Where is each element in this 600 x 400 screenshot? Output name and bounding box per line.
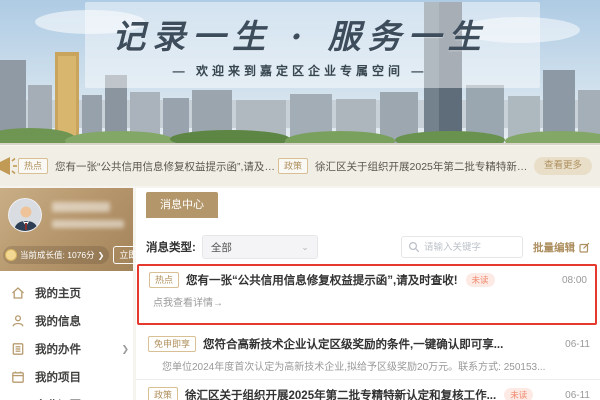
notice-item-hot[interactable]: 热点 您有一张“公共信用信息修复权益提示函”,请及时查收! bbox=[18, 158, 278, 174]
message-time: 06-11 bbox=[565, 389, 590, 400]
tab-message-center[interactable]: 消息中心 bbox=[146, 192, 218, 218]
growth-row: 当前成长值: 1076分 ❯ 立即签到 bbox=[3, 246, 162, 264]
user-card: 当前成长值: 1076分 ❯ 立即签到 bbox=[0, 188, 162, 271]
search-input[interactable] bbox=[424, 241, 514, 253]
filter-row: 消息类型: 全部 ⌄ 批量编辑 bbox=[136, 234, 600, 260]
batch-edit-button[interactable]: 批量编辑 bbox=[533, 240, 590, 255]
growth-value-pill[interactable]: 当前成长值: 1076分 ❯ bbox=[3, 246, 110, 264]
message-item[interactable]: 政策 徐汇区关于组织开展2025年第二批专精特新认定和复核工作... 未读 06… bbox=[136, 379, 600, 400]
search-box[interactable] bbox=[401, 236, 523, 258]
avatar-illustration bbox=[9, 199, 41, 231]
sidebar-item-label: 我的主页 bbox=[35, 288, 81, 300]
unread-badge: 未读 bbox=[504, 388, 534, 400]
select-value: 全部 bbox=[210, 241, 232, 254]
sidebar: 当前成长值: 1076分 ❯ 立即签到 我的主页 我 bbox=[0, 188, 162, 400]
message-time: 06-11 bbox=[565, 338, 590, 350]
message-time: 08:00 bbox=[561, 274, 587, 286]
sidebar-item-label: 我的办件 bbox=[35, 344, 81, 356]
notice-item-policy[interactable]: 政策 徐汇区关于组织开展2025年第二批专精特新认定和复核工作... bbox=[278, 158, 528, 174]
message-subtitle[interactable]: 点我查看详情→ bbox=[149, 294, 587, 309]
sidebar-item-my-info[interactable]: 我的信息 bbox=[0, 307, 133, 335]
search-icon bbox=[408, 241, 420, 253]
coin-icon bbox=[5, 249, 17, 261]
sidebar-item-label: 我的项目 bbox=[35, 372, 81, 384]
sidebar-item-my-matters[interactable]: 我的办件 ❯ bbox=[0, 335, 133, 363]
message-item-highlighted[interactable]: 热点 您有一张“公共信用信息修复权益提示函”,请及时查收! 未读 08:00 点… bbox=[137, 264, 597, 325]
user-name-redacted bbox=[52, 202, 110, 212]
message-tag: 热点 bbox=[149, 272, 180, 288]
notice-tag: 政策 bbox=[278, 158, 309, 174]
growth-value: 1076分 bbox=[67, 250, 95, 260]
message-type-select[interactable]: 全部 ⌄ bbox=[201, 235, 318, 259]
hero-banner: 记录一生 · 服务一生 — 欢迎来到嘉定区企业专属空间 — bbox=[0, 0, 600, 145]
calendar-icon bbox=[12, 371, 24, 383]
message-tag: 免申即享 bbox=[148, 336, 197, 352]
document-icon bbox=[12, 343, 24, 355]
sidebar-item-enterprise-license[interactable]: 企业证照 bbox=[0, 391, 133, 400]
sidebar-item-my-home[interactable]: 我的主页 bbox=[0, 279, 133, 307]
message-title[interactable]: 您有一张“公共信用信息修复权益提示函”,请及时查收! bbox=[186, 272, 458, 288]
person-icon bbox=[12, 315, 24, 327]
message-item[interactable]: 免申即享 您符合高新技术企业认定区级奖励的条件,一键确认即可享... 06-11… bbox=[136, 329, 600, 379]
body-area: 当前成长值: 1076分 ❯ 立即签到 我的主页 我 bbox=[0, 188, 600, 400]
message-tag: 政策 bbox=[148, 387, 179, 400]
edit-icon bbox=[579, 242, 590, 253]
banner-title: 记录一生 · 服务一生 bbox=[112, 17, 488, 56]
megaphone-icon bbox=[0, 157, 17, 175]
unread-badge: 未读 bbox=[465, 273, 495, 287]
sidebar-menu: 我的主页 我的信息 我的办件 ❯ 我的项目 bbox=[0, 271, 133, 400]
message-title[interactable]: 徐汇区关于组织开展2025年第二批专精特新认定和复核工作... bbox=[185, 387, 496, 400]
tab-bar: 消息中心 bbox=[136, 192, 600, 222]
page: 记录一生 · 服务一生 — 欢迎来到嘉定区企业专属空间 — 热点 您有一张“公共… bbox=[0, 0, 600, 400]
user-avatar[interactable] bbox=[8, 198, 42, 232]
chevron-right-icon: ❯ bbox=[97, 250, 105, 260]
chevron-down-icon: ⌄ bbox=[301, 241, 309, 252]
notice-text[interactable]: 徐汇区关于组织开展2025年第二批专精特新认定和复核工作... bbox=[315, 159, 528, 174]
chevron-right-icon: ❯ bbox=[121, 343, 129, 354]
home-icon bbox=[12, 287, 24, 299]
notice-text[interactable]: 您有一张“公共信用信息修复权益提示函”,请及时查收! bbox=[55, 159, 278, 174]
sidebar-item-label: 我的信息 bbox=[35, 316, 81, 328]
view-more-button[interactable]: 查看更多 bbox=[533, 157, 592, 175]
notice-bar: 热点 您有一张“公共信用信息修复权益提示函”,请及时查收! 政策 徐汇区关于组织… bbox=[0, 146, 600, 186]
user-org-redacted bbox=[52, 220, 124, 228]
batch-edit-label: 批量编辑 bbox=[533, 241, 575, 254]
banner-subtitle: — 欢迎来到嘉定区企业专属空间 — bbox=[172, 64, 428, 78]
message-subtitle[interactable]: 您单位2024年度首次认定为高新技术企业,拟给予区级奖励20万元。联系方式: 2… bbox=[148, 358, 590, 373]
message-type-label: 消息类型: bbox=[146, 242, 196, 254]
sidebar-item-my-projects[interactable]: 我的项目 bbox=[0, 363, 133, 391]
growth-label: 当前成长值: bbox=[20, 250, 65, 260]
message-center-panel: 消息中心 消息类型: 全部 ⌄ 批量编辑 bbox=[136, 188, 600, 400]
message-title[interactable]: 您符合高新技术企业认定区级奖励的条件,一键确认即可享... bbox=[203, 336, 503, 352]
notice-tag: 热点 bbox=[18, 158, 49, 174]
message-list: 热点 您有一张“公共信用信息修复权益提示函”,请及时查收! 未读 08:00 点… bbox=[136, 264, 600, 400]
